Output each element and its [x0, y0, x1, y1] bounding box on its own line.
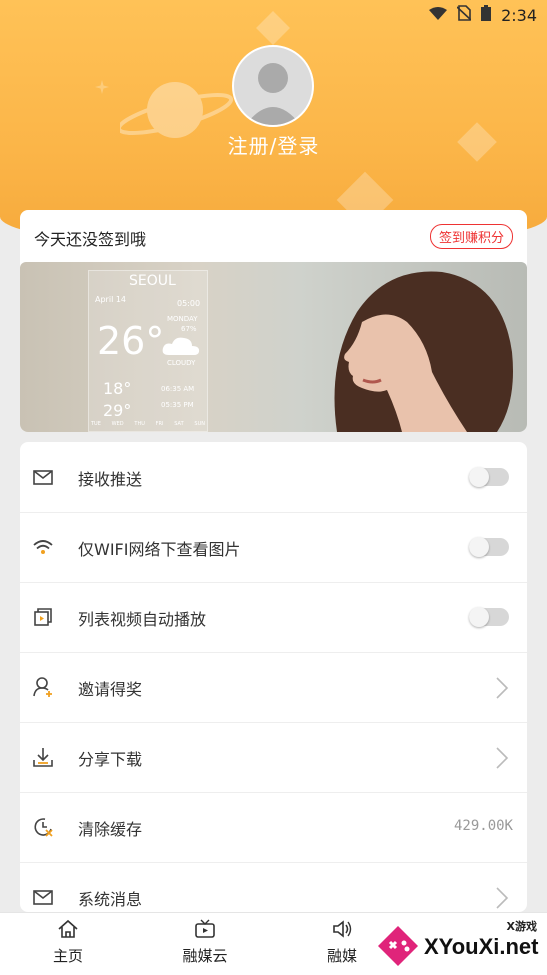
tab-home[interactable]: 主页: [28, 919, 108, 966]
weekday-label: TUE: [91, 421, 101, 427]
mail-icon: [33, 890, 53, 905]
video-cloud-icon: [195, 919, 215, 938]
settings-row-share[interactable]: 分享下载: [20, 722, 527, 793]
signin-status-text: 今天还没签到哦: [34, 230, 147, 249]
watermark: X游戏 XYouXi.net: [372, 918, 547, 974]
settings-label: 系统消息: [78, 890, 143, 909]
status-bar: 2:34: [429, 0, 547, 30]
push-toggle[interactable]: [469, 467, 509, 487]
weather-temp: 26°: [97, 319, 165, 363]
weekday-label: FRI: [155, 421, 164, 427]
download-icon: [33, 748, 53, 767]
settings-label: 分享下载: [78, 750, 143, 769]
clock-icon: [34, 818, 53, 837]
cloud-icon: [162, 337, 200, 355]
settings-list: 接收推送 仅WIFI网络下查看图片 列表视频自动播放 邀请得奖 分享下载 清除缓…: [20, 442, 527, 912]
login-link[interactable]: 注册/登录: [0, 130, 547, 159]
weather-sunset: 05:35 PM: [161, 401, 194, 409]
no-sim-icon: [456, 5, 472, 25]
chevron-right-icon: [496, 747, 509, 769]
wifi-signal-icon: [429, 6, 448, 25]
settings-label: 仅WIFI网络下查看图片: [78, 540, 241, 559]
status-time: 2:34: [501, 5, 537, 25]
avatar[interactable]: [232, 45, 314, 127]
settings-label: 列表视频自动播放: [78, 610, 207, 629]
promo-banner[interactable]: SEOUL April 14 05:00 MONDAY 67% 26° CLOU…: [20, 262, 527, 432]
chevron-right-icon: [496, 677, 509, 699]
gamepad-logo-icon: [378, 926, 418, 966]
wifi-icon: [33, 540, 53, 554]
tab-label: 主页: [52, 947, 83, 965]
signin-button[interactable]: 签到赚积分: [429, 224, 513, 249]
weekday-label: SAT: [174, 421, 184, 427]
weather-city: SEOUL: [129, 273, 176, 289]
weather-low: 18°: [103, 379, 132, 398]
speaker-icon: [333, 920, 352, 938]
video-icon: [34, 608, 52, 626]
cache-size-value: 429.00K: [453, 818, 513, 834]
tab-label: 融媒云: [182, 947, 228, 965]
battery-icon: [481, 5, 492, 25]
home-icon: [58, 919, 78, 938]
watermark-text: XYouXi.net: [424, 934, 539, 959]
settings-row-messages[interactable]: 系统消息: [20, 862, 527, 912]
diamond-decoration: [256, 11, 290, 45]
settings-row-push[interactable]: 接收推送: [20, 442, 527, 513]
settings-row-wifi[interactable]: 仅WIFI网络下查看图片: [20, 512, 527, 583]
weather-panel: SEOUL April 14 05:00 MONDAY 67% 26° CLOU…: [88, 270, 208, 432]
settings-row-invite[interactable]: 邀请得奖: [20, 652, 527, 723]
signin-card: 今天还没签到哦 签到赚积分 SEOUL April 14 05:00 MONDA…: [20, 210, 527, 432]
watermark-small-text: X游戏: [506, 920, 537, 933]
weekday-label: SUN: [194, 421, 205, 427]
tab-media[interactable]: 融媒: [302, 919, 382, 966]
settings-label: 接收推送: [78, 470, 143, 489]
weather-condition: CLOUDY: [167, 359, 196, 367]
tab-media-cloud[interactable]: 融媒云: [165, 919, 245, 966]
weather-high: 29°: [103, 401, 132, 420]
weather-humidity: 67%: [181, 325, 197, 333]
invite-icon: [33, 677, 52, 697]
sparkle-decoration: [95, 80, 109, 94]
chevron-right-icon: [496, 887, 509, 909]
autoplay-toggle[interactable]: [469, 607, 509, 627]
weather-date: April 14: [95, 295, 127, 304]
weekday-label: WED: [111, 421, 124, 427]
settings-row-cache[interactable]: 清除缓存 429.00K: [20, 792, 527, 863]
weather-day: MONDAY: [167, 315, 198, 323]
weather-sunrise: 06:35 AM: [161, 385, 195, 393]
weather-time: 05:00: [177, 299, 201, 308]
weekday-label: THU: [134, 421, 145, 427]
push-icon: [33, 470, 53, 485]
weather-weekdays: TUE WED THU FRI SAT SUN: [91, 421, 205, 427]
settings-row-autoplay[interactable]: 列表视频自动播放: [20, 582, 527, 653]
settings-label: 清除缓存: [78, 820, 143, 839]
wifi-images-toggle[interactable]: [469, 537, 509, 557]
banner-woman-image: [334, 271, 513, 432]
tab-label: 融媒: [326, 947, 357, 965]
settings-label: 邀请得奖: [78, 680, 143, 699]
